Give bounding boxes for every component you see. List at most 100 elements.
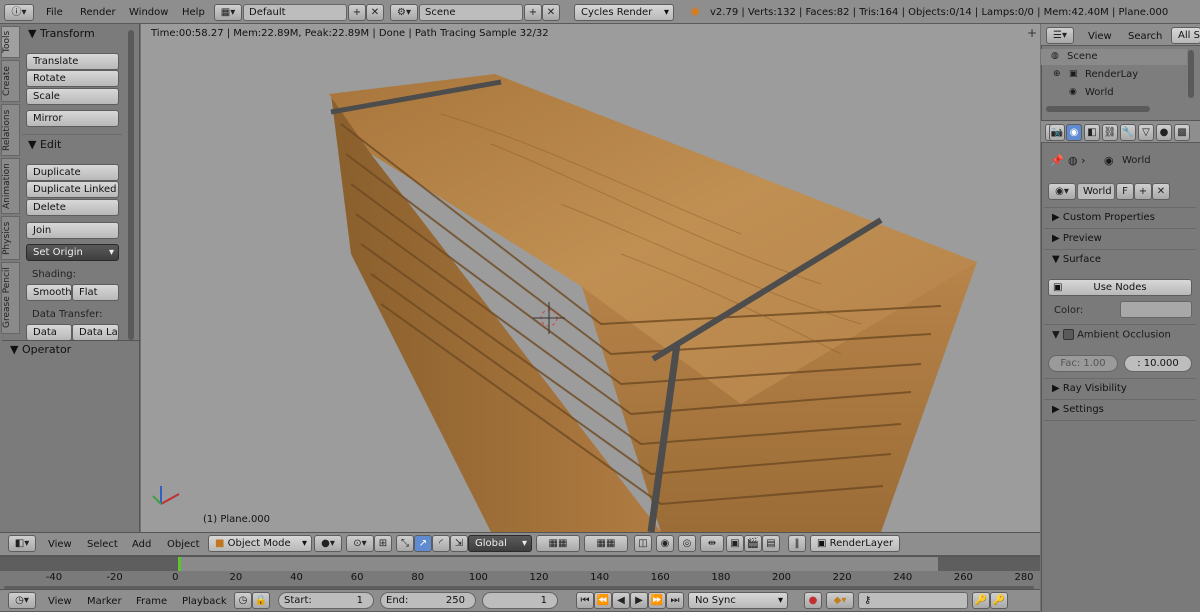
tab-grease-pencil[interactable]: Grease Pencil [1,262,20,334]
outliner-editor-icon[interactable]: ☰▾ [1046,27,1074,44]
smooth-button[interactable]: Smooth [26,284,72,301]
record-icon[interactable]: ● [804,592,822,609]
info-editor-type-icon[interactable]: ⓘ▾ [4,4,34,21]
opengl-anim-icon[interactable]: 🎬 [744,535,762,552]
3d-viewport[interactable]: Time:00:58.27 | Mem:22.89M, Peak:22.89M … [141,24,1040,532]
expand-icon[interactable]: ⊕ [1053,69,1061,79]
duplicate-button[interactable]: Duplicate [26,164,119,181]
world-tab-icon[interactable]: ◉ [1066,124,1082,141]
jump-end-icon[interactable]: ⏭ [666,592,684,609]
transform-panel-header[interactable]: ▼ Transform [28,27,95,41]
menu-select[interactable]: Select [87,538,118,552]
proportional-edit-icon[interactable]: ◎ [678,535,696,552]
start-frame-field[interactable]: Start: 1 [278,592,374,609]
menu-view[interactable]: View [48,538,72,552]
snap-icon[interactable]: ⇹ [700,535,724,552]
flat-button[interactable]: Flat [72,284,119,301]
preview-header[interactable]: ▶ Preview [1052,232,1102,246]
data-tab-icon[interactable]: ▽ [1138,124,1154,141]
outliner-row-scene[interactable]: ◍ Scene [1041,49,1187,65]
tab-animation[interactable]: Animation [1,158,20,214]
edit-panel-header[interactable]: ▼ Edit [28,138,61,152]
layout-add-icon[interactable]: + [348,4,366,21]
world-browse-icon[interactable]: ◉▾ [1048,183,1076,200]
clock-icon[interactable]: ◷ [234,592,252,609]
menu-playback[interactable]: Playback [182,595,227,609]
scene-close-icon[interactable]: ✕ [542,4,560,21]
world-close-icon[interactable]: ✕ [1152,183,1170,200]
mirror-button[interactable]: Mirror [26,110,119,127]
tab-relations[interactable]: Relations [1,104,20,156]
transform-orientation-dropdown[interactable]: Global ▾ [468,535,532,552]
operator-panel-header[interactable]: ▼ Operator [10,343,71,357]
constraints-tab-icon[interactable]: ⛓ [1102,124,1118,141]
menu-frame[interactable]: Frame [136,595,167,609]
keying-set-field[interactable]: ⚷ [858,592,968,609]
render-layer-dropdown[interactable]: ▣ RenderLayer [810,535,900,552]
menu-view[interactable]: View [48,595,72,609]
render-tab-icon[interactable]: 📷 [1049,124,1065,141]
menu-object[interactable]: Object [167,538,200,552]
keying-set-icon[interactable]: ◆▾ [826,592,854,609]
jump-start-icon[interactable]: ⏮ [576,592,594,609]
lock-camera-icon[interactable]: ◫ [634,535,652,552]
current-frame-indicator[interactable] [178,557,181,571]
world-name-field[interactable]: World [1077,183,1115,200]
scene-icon[interactable]: ⚙▾ [390,4,418,21]
texture-tab-icon[interactable]: ▩ [1174,124,1190,141]
rotate-button[interactable]: Rotate [26,70,119,87]
ray-visibility-header[interactable]: ▶ Ray Visibility [1052,382,1127,396]
fake-user-button[interactable]: F [1116,183,1134,200]
sync-dropdown[interactable]: No Sync ▾ [688,592,788,609]
display-mode-dropdown[interactable]: All Sc [1171,27,1200,44]
data-button[interactable]: Data [26,324,72,341]
data-layout-button[interactable]: Data La [72,324,119,341]
insert-keyframe-icon[interactable]: 🔑 [972,592,990,609]
manipulator-toggle-icon[interactable]: ⊞ [374,535,392,552]
outliner-hscrollbar[interactable] [1046,106,1150,112]
manipulator-scale-icon[interactable]: ⇲ [450,535,468,552]
menu-window[interactable]: Window [129,6,168,20]
layers-grid-2-icon[interactable]: ▦▦ [584,535,628,552]
menu-file[interactable]: File [46,6,63,20]
view3d-editor-icon[interactable]: ◧▾ [8,535,36,552]
set-origin-dropdown[interactable]: Set Origin ▾ [26,244,119,261]
outliner-row-render-layers[interactable]: ⊕ ▣ RenderLay [1041,67,1187,83]
menu-search[interactable]: Search [1128,30,1162,44]
ambient-occlusion-checkbox[interactable] [1062,329,1074,340]
menu-marker[interactable]: Marker [87,595,122,609]
manipulator-translate-icon[interactable]: ⤡ [396,535,414,552]
pivot-point-icon[interactable]: ⊙▾ [346,535,374,552]
custom-properties-header[interactable]: ▶ Custom Properties [1052,211,1155,225]
outliner-row-world[interactable]: ◉ World [1041,85,1187,101]
tab-create[interactable]: Create [1,60,20,102]
lock-icon[interactable]: 🔒 [252,592,270,609]
ambient-occlusion-header[interactable]: ▼ Ambient Occlusion [1052,329,1171,341]
render-engine-dropdown[interactable]: Cycles Render ▾ [574,4,674,21]
timeline-editor-icon[interactable]: ◷▾ [8,592,36,609]
opengl-render-icon[interactable]: ▣ [726,535,744,552]
material-tab-icon[interactable]: ● [1156,124,1172,141]
world-color-swatch[interactable] [1120,301,1192,318]
viewport-corner-plus-icon[interactable]: + [1027,26,1037,40]
pin-icon[interactable]: 📌 [1050,154,1064,167]
play-reverse-icon[interactable]: ◀ [612,592,630,609]
tab-physics[interactable]: Physics [1,216,20,260]
current-frame-field[interactable]: 1 [482,592,558,609]
menu-help[interactable]: Help [182,6,205,20]
tab-tools[interactable]: Tools [1,26,20,58]
end-frame-field[interactable]: End: 250 [380,592,476,609]
outliner-vscrollbar[interactable] [1188,50,1194,98]
use-nodes-button[interactable]: ▣ Use Nodes [1048,279,1192,296]
render-preview-icon[interactable]: ◉ [656,535,674,552]
scene-add-icon[interactable]: + [524,4,542,21]
jump-keyframe-forward-icon[interactable]: ⏩ [648,592,666,609]
menu-add[interactable]: Add [132,538,151,552]
play-icon[interactable]: ▶ [630,592,648,609]
delete-keyframe-icon[interactable]: 🔑 [990,592,1008,609]
layout-close-icon[interactable]: ✕ [366,4,384,21]
surface-header[interactable]: ▼ Surface [1052,253,1101,267]
overlay-icon[interactable]: ▤ [762,535,780,552]
modifiers-tab-icon[interactable]: 🔧 [1120,124,1136,141]
layout-field[interactable]: Default [243,4,347,21]
